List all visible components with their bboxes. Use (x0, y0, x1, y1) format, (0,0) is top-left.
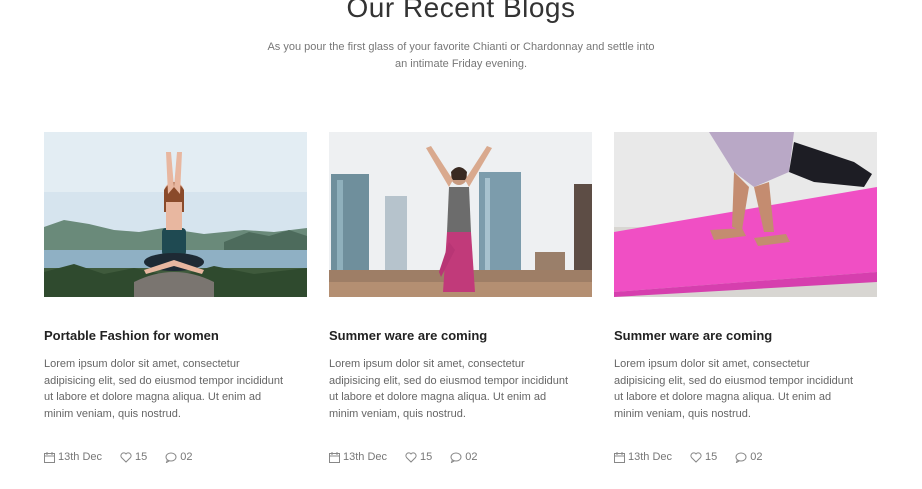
blog-card-3: Summer ware are coming Lorem ipsum dolor… (614, 132, 877, 463)
blog-excerpt-3: Lorem ipsum dolor sit amet, consectetur … (614, 358, 854, 420)
section-title: Our Recent Blogs (346, 0, 576, 23)
post-date-3[interactable]: 13th Dec (614, 451, 672, 463)
comment-icon (450, 452, 462, 463)
blog-title-1[interactable]: Portable Fashion for women (44, 328, 219, 343)
subtitle-line-1: As you pour the first glass of your favo… (267, 41, 655, 53)
post-date-2[interactable]: 13th Dec (329, 451, 387, 463)
section-subtitle: As you pour the first glass of your favo… (0, 39, 922, 73)
blog-image-3[interactable] (614, 132, 877, 297)
post-comments-count-3: 02 (750, 451, 763, 463)
post-likes-count-2: 15 (420, 451, 433, 463)
heart-icon (405, 451, 417, 463)
calendar-icon (329, 451, 340, 463)
post-date-text-3: 13th Dec (628, 451, 673, 463)
blog-image-1[interactable] (44, 132, 307, 297)
blog-meta-1: 13th Dec 15 02 (44, 451, 211, 463)
post-comments-count-1: 02 (180, 451, 193, 463)
post-date-text-2: 13th Dec (343, 451, 388, 463)
blog-card-2: Summer ware are coming Lorem ipsum dolor… (329, 132, 592, 463)
blog-meta-3: 13th Dec 15 02 (614, 451, 781, 463)
blog-meta-2: 13th Dec 15 02 (329, 451, 496, 463)
comment-icon (735, 452, 747, 463)
post-date-text-1: 13th Dec (58, 451, 103, 463)
blog-card-1: Portable Fashion for women Lorem ipsum d… (44, 132, 307, 463)
post-comments-count-2: 02 (465, 451, 478, 463)
calendar-icon (614, 451, 625, 463)
post-comments-3[interactable]: 02 (735, 451, 763, 463)
post-likes-3[interactable]: 15 (690, 451, 717, 463)
post-likes-1[interactable]: 15 (120, 451, 147, 463)
post-date-1[interactable]: 13th Dec (44, 451, 102, 463)
comment-icon (165, 452, 177, 463)
post-likes-count-3: 15 (705, 451, 718, 463)
blog-title-2[interactable]: Summer ware are coming (329, 328, 487, 343)
heart-icon (120, 451, 132, 463)
post-likes-count-1: 15 (135, 451, 148, 463)
blog-image-2[interactable] (329, 132, 592, 297)
blog-excerpt-2: Lorem ipsum dolor sit amet, consectetur … (329, 358, 569, 420)
post-comments-1[interactable]: 02 (165, 451, 193, 463)
calendar-icon (44, 451, 55, 463)
post-comments-2[interactable]: 02 (450, 451, 478, 463)
heart-icon (690, 451, 702, 463)
blog-excerpt-1: Lorem ipsum dolor sit amet, consectetur … (44, 358, 284, 420)
subtitle-line-2: an intimate Friday evening. (394, 58, 528, 70)
blog-title-3[interactable]: Summer ware are coming (614, 328, 772, 343)
post-likes-2[interactable]: 15 (405, 451, 432, 463)
